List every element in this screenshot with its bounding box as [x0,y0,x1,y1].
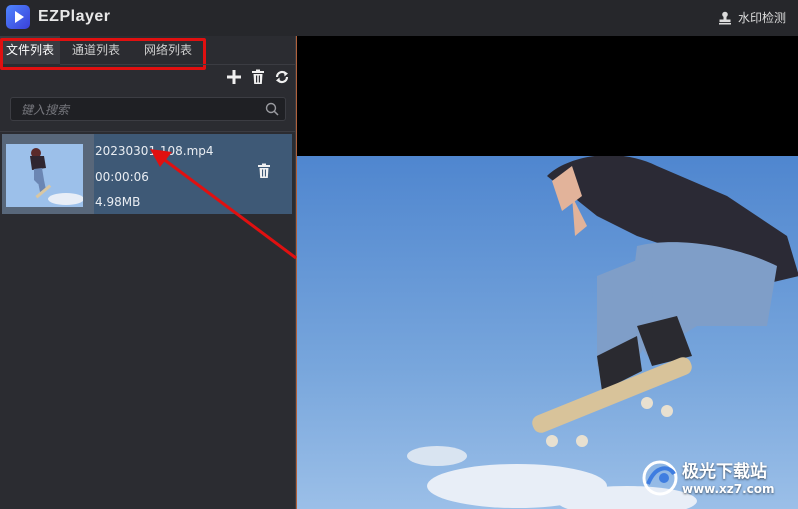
app-title: EZPlayer [38,8,111,25]
site-logo-icon [642,460,678,496]
stamp-icon [718,11,731,24]
list-item[interactable]: 20230301 108.mp4 00:00:06 4.98MB [2,134,292,214]
tab-divider [60,64,295,65]
tab-network-list[interactable]: 网络列表 [132,36,204,64]
list-toolbar [225,68,291,86]
tab-channel-list[interactable]: 通道列表 [60,36,132,64]
video-player[interactable] [296,36,798,509]
list-divider [0,131,295,132]
file-duration: 00:00:06 [95,170,149,184]
site-watermark-name: 极光下载站 [682,462,767,482]
watermark-detect-button[interactable]: 水印检测 [718,9,786,26]
watermark-detect-label: 水印检测 [737,11,786,25]
sidebar: 文件列表 通道列表 网络列表 键入搜索 20230301 108.mp4 00:… [0,36,296,509]
tab-file-list[interactable]: 文件列表 [0,36,61,64]
site-watermark-url: www.xz7.com [682,482,775,496]
loop-icon[interactable] [273,68,291,86]
skateboarder-thumbnail-image [6,144,83,207]
search-input[interactable] [11,98,263,122]
video-thumbnail [2,134,94,214]
plus-icon[interactable] [225,68,243,86]
search-field [10,97,286,122]
file-name: 20230301 108.mp4 [95,144,214,158]
search-icon[interactable] [265,102,279,116]
trash-icon[interactable] [249,68,267,86]
file-size: 4.98MB [95,195,141,209]
tab-bar: 文件列表 通道列表 网络列表 [0,36,204,64]
app-logo-icon [6,5,30,29]
delete-file-icon[interactable] [257,163,271,179]
title-bar: EZPlayer 水印检测 [0,0,798,36]
